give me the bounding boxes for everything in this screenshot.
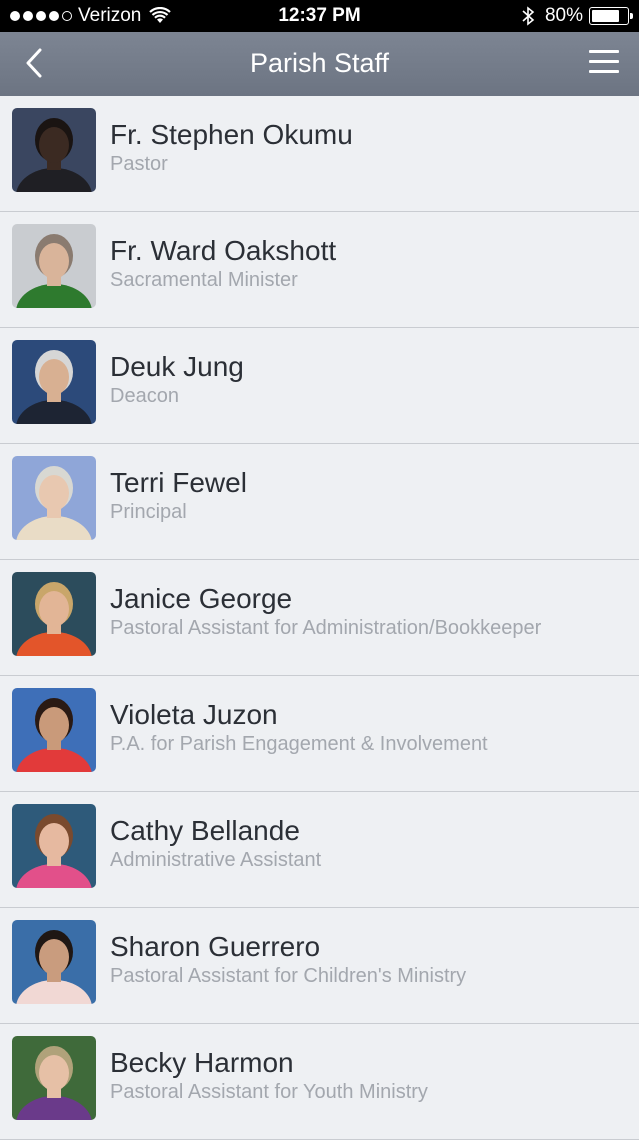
staff-photo <box>12 340 96 424</box>
staff-name: Janice George <box>110 583 293 614</box>
navigation-bar: Parish Staff <box>0 32 639 96</box>
staff-photo <box>12 1036 96 1120</box>
staff-row[interactable]: Sharon Guerrero Pastoral Assistant for C… <box>0 908 639 1024</box>
signal-strength-icon <box>10 11 72 21</box>
staff-row[interactable]: Becky Harmon Pastoral Assistant for Yout… <box>0 1024 639 1140</box>
status-bar: Verizon 12:37 PM 80% <box>0 0 639 32</box>
staff-role: Sacramental Minister <box>110 269 298 291</box>
staff-photo <box>12 688 96 772</box>
staff-name: Terri Fewel <box>110 467 247 498</box>
battery-icon <box>589 7 633 25</box>
staff-photo <box>12 920 96 1004</box>
staff-row[interactable]: Fr. Ward Oakshott Sacramental Minister <box>0 212 639 328</box>
wifi-icon <box>149 7 172 23</box>
staff-name: Becky Harmon <box>110 1047 294 1078</box>
staff-name: Fr. Stephen Okumu <box>110 119 353 150</box>
staff-row[interactable]: Terri Fewel Principal <box>0 444 639 560</box>
bluetooth-icon <box>522 6 535 26</box>
staff-role: Pastor <box>110 153 168 175</box>
battery-level <box>592 10 620 22</box>
staff-row[interactable]: Violeta Juzon P.A. for Parish Engagement… <box>0 676 639 792</box>
staff-photo <box>12 108 96 192</box>
staff-row[interactable]: Deuk Jung Deacon <box>0 328 639 444</box>
staff-name: Deuk Jung <box>110 351 244 382</box>
staff-role: Principal <box>110 501 187 523</box>
chevron-left-icon[interactable] <box>20 46 50 80</box>
staff-photo <box>12 804 96 888</box>
staff-name: Violeta Juzon <box>110 699 278 730</box>
staff-role: Pastoral Assistant for Youth Ministry <box>110 1081 428 1103</box>
staff-role: Deacon <box>110 385 179 407</box>
staff-list: Fr. Stephen Okumu Pastor Fr. Ward Oaksho… <box>0 96 639 1140</box>
battery-info: 80% <box>521 5 633 27</box>
staff-name: Cathy Bellande <box>110 815 300 846</box>
carrier-name: Verizon <box>78 5 142 26</box>
staff-row[interactable]: Cathy Bellande Administrative Assistant <box>0 792 639 908</box>
battery-percent: 80% <box>544 5 583 26</box>
staff-photo <box>12 456 96 540</box>
staff-row[interactable]: Fr. Stephen Okumu Pastor <box>0 96 639 212</box>
staff-name: Sharon Guerrero <box>110 931 321 962</box>
hamburger-menu-icon[interactable] <box>589 50 619 76</box>
staff-name: Fr. Ward Oakshott <box>110 235 337 266</box>
staff-role: Administrative Assistant <box>110 849 322 871</box>
staff-role: Pastoral Assistant for Children's Minist… <box>110 965 467 987</box>
staff-photo <box>12 224 96 308</box>
page-title: Parish Staff <box>249 48 390 78</box>
carrier-info: Verizon <box>10 5 172 27</box>
staff-row[interactable]: Janice George Pastoral Assistant for Adm… <box>0 560 639 676</box>
staff-role: P.A. for Parish Engagement & Involvement <box>110 733 488 755</box>
staff-photo <box>12 572 96 656</box>
staff-role: Pastoral Assistant for Administration/Bo… <box>110 617 542 639</box>
